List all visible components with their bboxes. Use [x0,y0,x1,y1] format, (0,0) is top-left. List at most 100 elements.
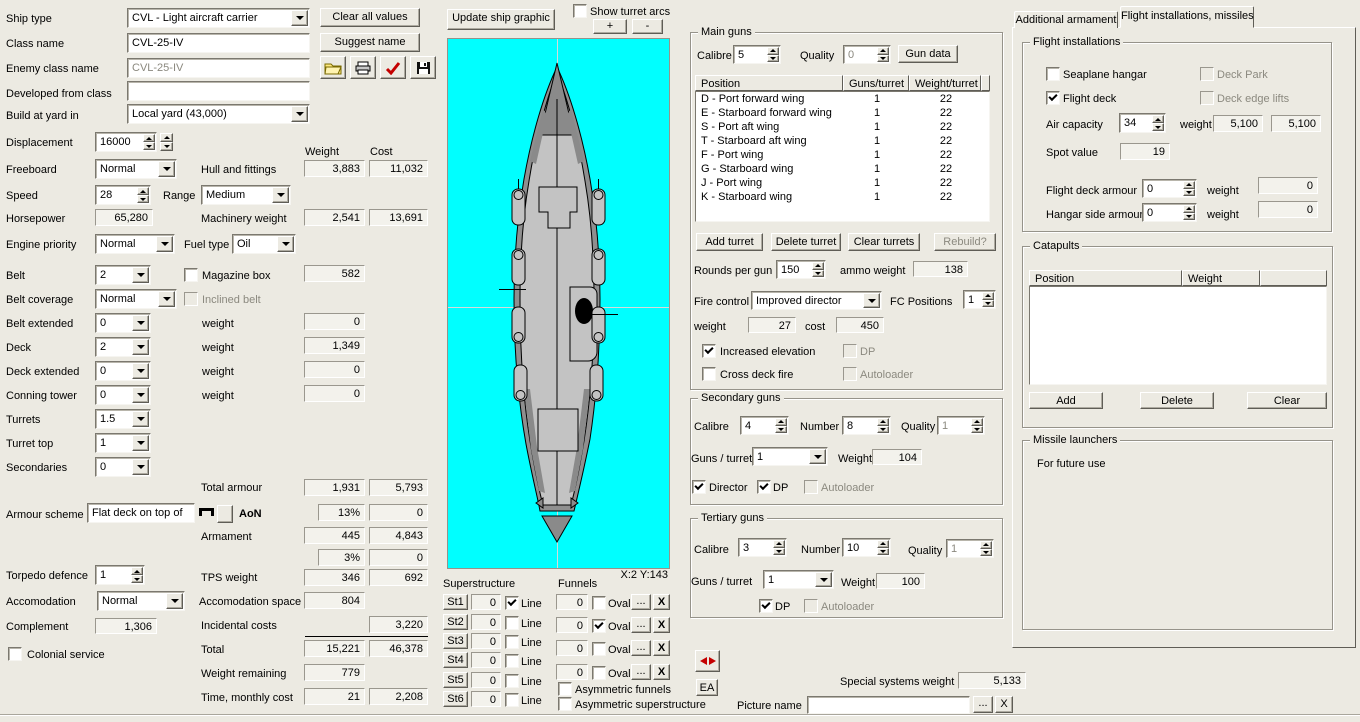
spin-down-icon[interactable] [971,426,983,434]
deck-select[interactable]: 2 [95,337,151,357]
spin-up-icon[interactable] [767,47,779,55]
displacement-fine-stepper[interactable] [160,133,173,151]
chevron-down-icon[interactable] [132,315,149,331]
sec-calibre-stepper[interactable]: 4 [740,416,789,435]
ship-type-select[interactable]: CVL - Light aircraft carrier [127,8,310,28]
funnel4-browse-button[interactable]: ... [631,664,651,680]
add-turret-button[interactable]: Add turret [696,233,763,251]
ter-quality-stepper[interactable]: 1 [946,539,994,558]
seaplane-hangar-checkbox[interactable] [1046,67,1060,81]
sec-director-checkbox[interactable] [692,480,706,494]
flight-deck-checkbox[interactable] [1046,91,1060,105]
chevron-down-icon[interactable] [156,236,173,252]
turret-row[interactable]: K - Starboard wing122 [696,190,989,204]
funnel4-oval-checkbox[interactable] [592,666,606,680]
funnel3-browse-button[interactable]: ... [631,640,651,656]
spin-up-icon[interactable] [980,541,992,549]
spin-down-icon[interactable] [131,575,143,583]
turret-row[interactable]: J - Port wing122 [696,176,989,190]
st1-line-checkbox[interactable] [505,596,519,610]
clear-all-values-button[interactable]: Clear all values [320,8,420,27]
colonial-service-checkbox[interactable] [8,647,22,661]
funnel3-delete-button[interactable]: X [653,640,670,656]
validate-button[interactable] [380,56,406,79]
turret-row[interactable]: S - Port aft wing122 [696,120,989,134]
turret-row[interactable]: E - Starboard forward wing122 [696,106,989,120]
st1-button[interactable]: St1 [443,594,468,610]
chevron-down-icon[interactable] [132,387,149,403]
ter-number-stepper[interactable]: 10 [842,538,891,557]
catapult-delete-button[interactable]: Delete [1140,392,1214,409]
st2-button[interactable]: St2 [443,614,468,630]
chevron-down-icon[interactable] [132,339,149,355]
spin-up-icon[interactable] [877,47,889,55]
developed-from-input[interactable] [127,81,310,101]
spin-up-icon[interactable] [877,418,889,426]
chevron-down-icon[interactable] [809,449,826,464]
catapult-col-position[interactable]: Position [1029,270,1182,286]
displacement-stepper[interactable]: 16000 [95,132,157,152]
spin-up-icon[interactable] [971,418,983,426]
spin-up-icon[interactable] [143,134,155,142]
spin-up-icon[interactable] [812,262,824,270]
ter-dp-checkbox[interactable] [759,599,773,613]
zoom-in-button[interactable]: + [593,19,627,34]
st3-line-checkbox[interactable] [505,635,519,649]
chevron-down-icon[interactable] [158,161,175,177]
chevron-down-icon[interactable] [277,236,294,252]
spin-up-icon[interactable] [775,418,787,426]
show-turret-arcs-checkbox[interactable] [573,4,587,18]
class-name-input[interactable]: CVL-25-IV [127,33,310,53]
accomodation-select[interactable]: Normal [97,591,185,611]
fuel-type-select[interactable]: Oil [232,234,296,254]
spin-up-icon[interactable] [982,292,994,300]
increased-elevation-checkbox[interactable] [702,344,716,358]
chevron-down-icon[interactable] [272,187,289,203]
armour-scheme-button[interactable] [217,505,233,523]
belt-extended-select[interactable]: 0 [95,313,151,333]
chevron-down-icon[interactable] [291,106,308,122]
tab-flight-installations[interactable]: Flight installations, missiles [1120,6,1254,28]
spin-down-icon[interactable] [982,300,994,308]
funnel2-browse-button[interactable]: ... [631,617,651,633]
chevron-down-icon[interactable] [132,435,149,451]
catapult-add-button[interactable]: Add [1029,392,1103,409]
chevron-down-icon[interactable] [863,293,880,308]
spin-down-icon[interactable] [1183,213,1195,221]
spin-down-icon[interactable] [160,142,173,151]
turret-top-select[interactable]: 1 [95,433,151,453]
speed-stepper[interactable]: 28 [95,185,151,205]
range-select[interactable]: Medium [201,185,291,205]
open-file-button[interactable] [320,56,346,79]
ter-guns-turret-select[interactable]: 1 [763,570,834,589]
asymmetric-funnels-checkbox[interactable] [558,682,572,696]
spin-up-icon[interactable] [773,540,785,548]
sec-dp-checkbox[interactable] [757,480,771,494]
sec-guns-turret-select[interactable]: 1 [752,447,828,466]
belt-coverage-select[interactable]: Normal [95,289,177,309]
spin-up-icon[interactable] [137,187,149,195]
funnel2-delete-button[interactable]: X [653,617,670,633]
flip-ship-button[interactable] [695,650,720,672]
spin-down-icon[interactable] [137,195,149,203]
spin-up-icon[interactable] [160,133,173,142]
st6-button[interactable]: St6 [443,691,468,707]
st5-button[interactable]: St5 [443,672,468,688]
funnel4-delete-button[interactable]: X [653,664,670,680]
belt-select[interactable]: 2 [95,265,151,285]
st4-line-checkbox[interactable] [505,654,519,668]
chevron-down-icon[interactable] [132,363,149,379]
spin-down-icon[interactable] [1152,123,1164,131]
clear-turrets-button[interactable]: Clear turrets [848,233,920,251]
spin-down-icon[interactable] [877,548,889,556]
spin-down-icon[interactable] [877,426,889,434]
delete-turret-button[interactable]: Delete turret [771,233,841,251]
spin-down-icon[interactable] [775,426,787,434]
conning-tower-select[interactable]: 0 [95,385,151,405]
ter-calibre-stepper[interactable]: 3 [738,538,787,557]
rounds-per-gun-stepper[interactable]: 150 [776,260,826,279]
turret-list[interactable]: D - Port forward wing122 E - Starboard f… [695,91,990,222]
suggest-name-button[interactable]: Suggest name [320,33,420,52]
spin-down-icon[interactable] [143,142,155,150]
chevron-down-icon[interactable] [132,459,149,475]
